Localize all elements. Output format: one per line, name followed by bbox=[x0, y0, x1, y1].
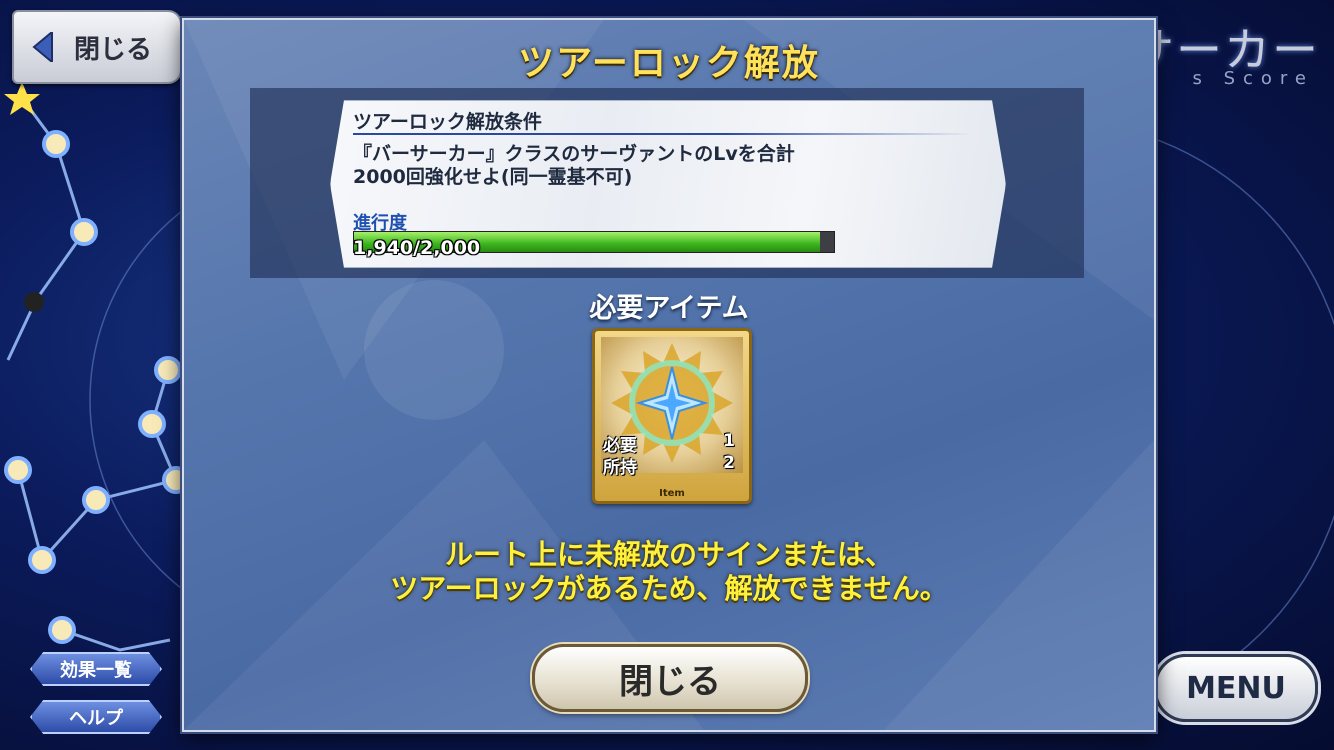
item-required-count: 1 bbox=[723, 431, 735, 451]
required-item-card[interactable]: 必要 1 所持 2 Item bbox=[592, 328, 752, 504]
item-owned-count: 2 bbox=[723, 453, 735, 473]
item-owned-row: 所持 2 bbox=[603, 453, 735, 478]
chevron-left-icon bbox=[26, 22, 60, 72]
condition-divider bbox=[353, 133, 973, 135]
class-subtitle: s Score bbox=[1192, 68, 1314, 89]
back-close-label: 閉じる bbox=[74, 34, 153, 65]
dialog-title: ツアーロック解放 bbox=[518, 43, 820, 84]
item-type-tag: Item bbox=[659, 488, 685, 499]
dialog-close-button[interactable]: 閉じる bbox=[532, 644, 808, 712]
menu-button[interactable]: MENU bbox=[1154, 654, 1318, 722]
unlock-warning-message: ルート上に未解放のサインまたは、 ツアーロックがあるため、解放できません。 bbox=[390, 538, 948, 605]
menu-area: MENU bbox=[1136, 636, 1326, 744]
effects-list-button[interactable]: 効果一覧 bbox=[30, 652, 162, 686]
condition-heading: ツアーロック解放条件 bbox=[353, 111, 542, 133]
condition-text: 『バーサーカー』クラスのサーヴァントのLvを合計 2000回強化せよ(同一霊基不… bbox=[353, 143, 795, 188]
condition-card: ツアーロック解放条件 『バーサーカー』クラスのサーヴァントのLvを合計 2000… bbox=[330, 100, 1006, 268]
item-owned-label: 所持 bbox=[603, 458, 637, 478]
help-button[interactable]: ヘルプ bbox=[30, 700, 162, 734]
tour-lock-dialog: ツアーロック解放 ツアーロック解放条件 『バーサーカー』クラスのサーヴァントのL… bbox=[182, 18, 1156, 732]
progress-value: 1,940/2,000 bbox=[353, 237, 481, 259]
back-close-button[interactable]: 閉じる bbox=[12, 10, 182, 84]
required-items-title: 必要アイテム bbox=[589, 293, 749, 324]
